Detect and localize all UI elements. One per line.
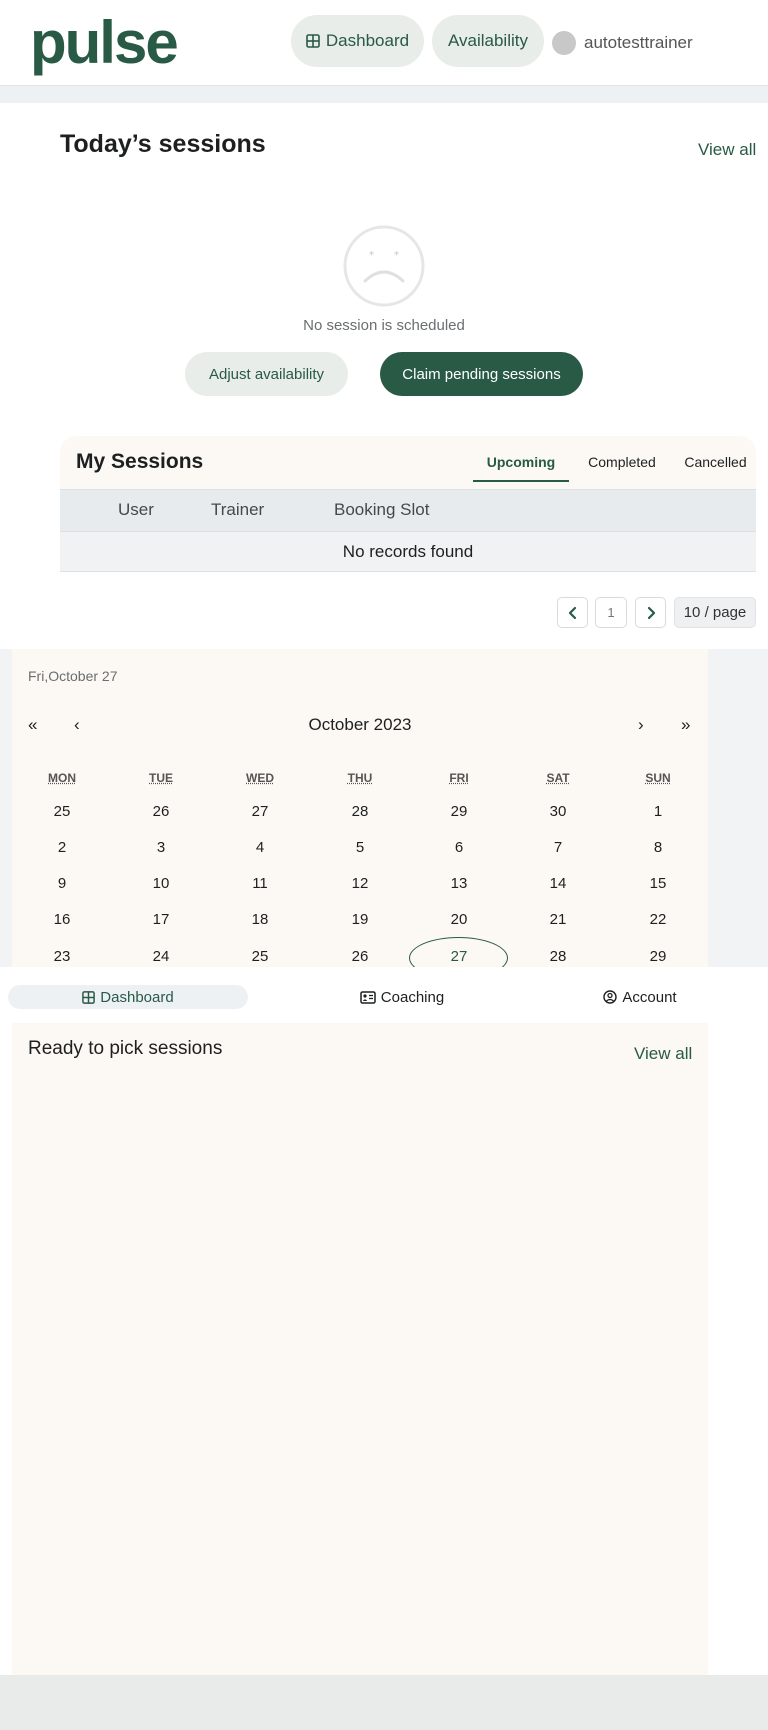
page-footer: [0, 1675, 768, 1730]
todays-sessions-title: Today’s sessions: [60, 130, 266, 158]
pagination-page-1[interactable]: 1: [595, 597, 627, 628]
ready-to-pick-title: Ready to pick sessions: [28, 1038, 223, 1059]
todays-sessions-view-all-link[interactable]: View all: [698, 140, 756, 160]
bottom-nav-coaching[interactable]: Coaching: [342, 985, 462, 1009]
calendar-day[interactable]: 7: [508, 830, 608, 866]
bottom-nav-dashboard[interactable]: Dashboard: [8, 985, 248, 1009]
header-divider: [0, 86, 768, 103]
calendar-day[interactable]: 13: [409, 866, 509, 902]
pagination-next-button[interactable]: [635, 597, 666, 628]
ready-to-pick-view-all-link[interactable]: View all: [634, 1044, 692, 1064]
calendar-day[interactable]: 26: [310, 939, 410, 967]
tab-upcoming[interactable]: Upcoming: [473, 447, 569, 482]
claim-pending-sessions-button[interactable]: Claim pending sessions: [380, 352, 583, 396]
calendar-day[interactable]: 4: [210, 830, 310, 866]
no-records-message: No records found: [60, 531, 756, 572]
weekday-fri: FRI: [449, 771, 469, 785]
calendar-next-year-button[interactable]: »: [681, 715, 690, 735]
calendar-day[interactable]: 2: [12, 830, 112, 866]
calendar-month-label: October 2023: [308, 715, 412, 734]
calendar-day[interactable]: 1: [608, 794, 708, 830]
calendar-day[interactable]: 5: [310, 830, 410, 866]
bottom-nav: Dashboard Coaching Account: [0, 967, 768, 1023]
calendar-day[interactable]: 8: [608, 830, 708, 866]
my-sessions-card: My Sessions Upcoming Completed Cancelled…: [60, 436, 756, 596]
chevron-right-icon: [645, 606, 657, 620]
grid-icon: [82, 990, 96, 1004]
nav-dashboard-label: Dashboard: [325, 31, 410, 50]
calendar-day[interactable]: 3: [111, 830, 211, 866]
calendar-day[interactable]: 29: [409, 794, 509, 830]
calendar-day[interactable]: 14: [508, 866, 608, 902]
nav-availability-button[interactable]: Availability: [432, 15, 544, 67]
tab-cancelled[interactable]: Cancelled: [675, 454, 756, 470]
calendar-day[interactable]: 18: [210, 902, 310, 938]
calendar-day[interactable]: 25: [210, 939, 310, 967]
calendar-day[interactable]: 9: [12, 866, 112, 902]
calendar-day[interactable]: 26: [111, 794, 211, 830]
logo[interactable]: pulse: [30, 8, 179, 78]
weekday-tue: TUE: [149, 771, 173, 785]
weekday-sun: SUN: [645, 771, 671, 785]
no-session-message: No session is scheduled: [303, 317, 465, 334]
user-circle-icon: [603, 990, 618, 1004]
column-header-booking-slot: Booking Slot: [334, 500, 430, 519]
calendar-day-today[interactable]: 27: [409, 937, 509, 967]
tab-completed[interactable]: Completed: [569, 454, 675, 470]
page-size-select[interactable]: 10 / page: [674, 597, 756, 628]
calendar-day[interactable]: 12: [310, 866, 410, 902]
calendar: Fri,October 27 « ‹ October 2023 › » MON …: [12, 649, 708, 967]
calendar-day[interactable]: 23: [12, 939, 112, 967]
calendar-day[interactable]: 30: [508, 794, 608, 830]
my-sessions-title: My Sessions: [76, 450, 204, 473]
weekday-mon: MON: [48, 771, 76, 785]
adjust-availability-button[interactable]: Adjust availability: [185, 352, 348, 396]
calendar-day[interactable]: 28: [310, 794, 410, 830]
ready-to-pick-card: Ready to pick sessions View all: [12, 1023, 708, 1675]
calendar-day[interactable]: 17: [111, 902, 211, 938]
calendar-day[interactable]: 24: [111, 939, 211, 967]
calendar-day[interactable]: 10: [111, 866, 211, 902]
calendar-day[interactable]: 21: [508, 902, 608, 938]
bottom-nav-account-label: Account: [622, 988, 677, 1006]
my-sessions-header: My Sessions Upcoming Completed Cancelled: [60, 436, 756, 489]
calendar-day[interactable]: 28: [508, 939, 608, 967]
bottom-nav-dashboard-label: Dashboard: [100, 988, 174, 1006]
main-content: Today’s sessions View all * * No session…: [0, 103, 768, 649]
calendar-day[interactable]: 16: [12, 902, 112, 938]
bottom-nav-coaching-label: Coaching: [380, 988, 445, 1006]
calendar-day[interactable]: 6: [409, 830, 509, 866]
svg-text:*: *: [394, 250, 399, 261]
weekday-thu: THU: [347, 771, 373, 785]
calendar-day[interactable]: 27: [210, 794, 310, 830]
calendar-day[interactable]: 29: [608, 939, 708, 967]
svg-text:*: *: [369, 250, 374, 261]
calendar-day[interactable]: 25: [12, 794, 112, 830]
id-card-icon: [360, 990, 376, 1004]
calendar-next-month-button[interactable]: ›: [638, 715, 644, 735]
sad-face-icon: * *: [343, 225, 425, 307]
sessions-table-header: User Trainer Booking Slot: [60, 489, 756, 531]
chevron-left-icon: [567, 606, 579, 620]
calendar-day[interactable]: 22: [608, 902, 708, 938]
pagination-prev-button[interactable]: [557, 597, 588, 628]
calendar-day[interactable]: 15: [608, 866, 708, 902]
calendar-day[interactable]: 19: [310, 902, 410, 938]
nav-dashboard-button[interactable]: Dashboard: [291, 15, 424, 67]
avatar[interactable]: [552, 31, 576, 55]
grid-icon: [306, 34, 320, 48]
top-bar: pulse Dashboard Availability autotesttra…: [0, 0, 768, 86]
nav-availability-label: Availability: [447, 31, 528, 50]
username[interactable]: autotesttrainer: [584, 33, 693, 53]
column-header-trainer: Trainer: [211, 500, 265, 519]
calendar-selected-date: Fri,October 27: [28, 668, 118, 684]
weekday-sat: SAT: [546, 771, 570, 785]
column-header-user: User: [118, 500, 154, 519]
calendar-day[interactable]: 11: [210, 866, 310, 902]
bottom-nav-account[interactable]: Account: [600, 985, 680, 1009]
weekday-wed: WED: [246, 771, 274, 785]
calendar-day[interactable]: 20: [409, 902, 509, 938]
